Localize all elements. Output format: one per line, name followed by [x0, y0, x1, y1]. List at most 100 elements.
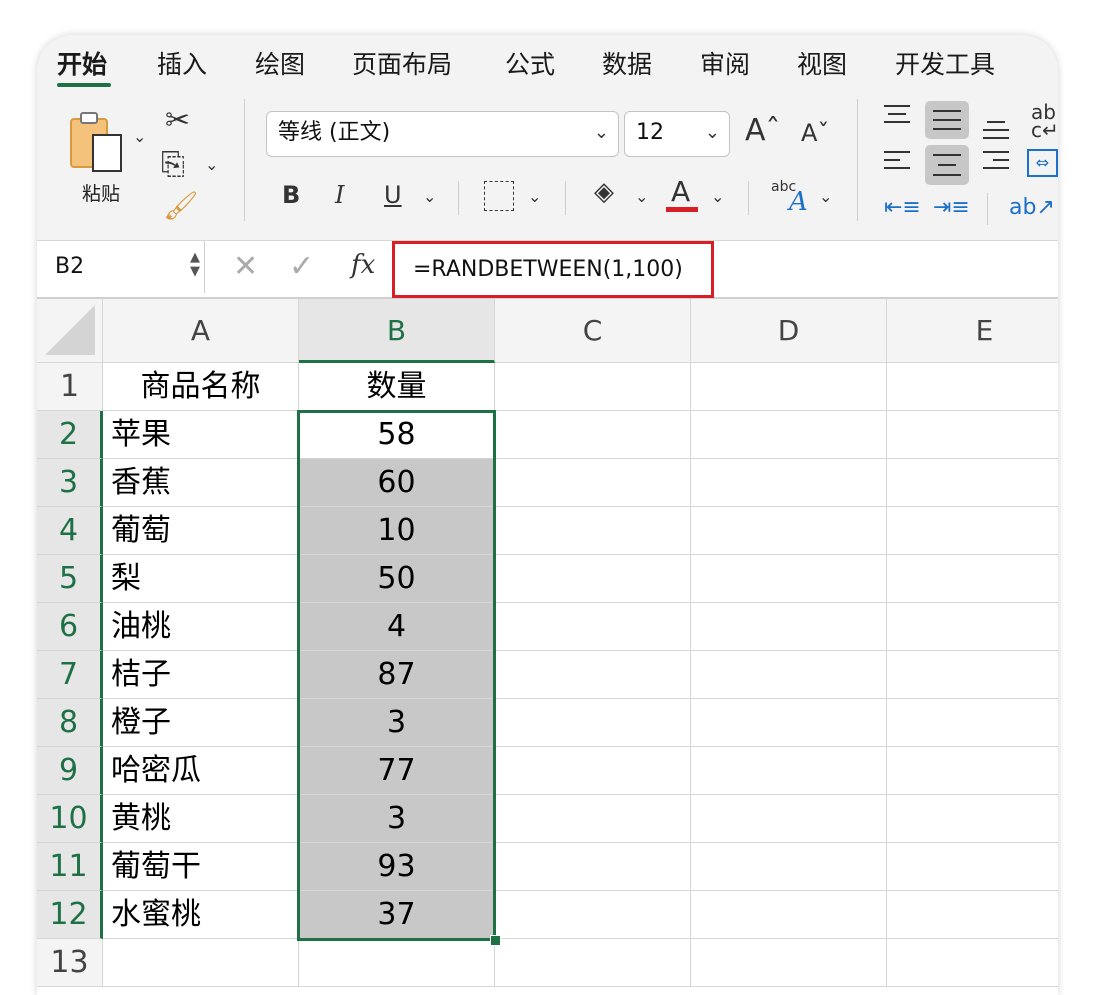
font-size-select[interactable]: 12 ⌄: [624, 111, 730, 157]
cell-b[interactable]: 87: [299, 651, 495, 699]
empty-cell[interactable]: [887, 363, 1058, 411]
cell-b[interactable]: 4: [299, 603, 495, 651]
align-top-icon[interactable]: [882, 101, 912, 131]
worksheet-grid[interactable]: A B C D E 1 商品名称 数量 2 苹果 58 3 香蕉 60 4 葡萄 10 5 梨 50 6 油桃 4…: [37, 299, 1058, 995]
decrease-indent-icon[interactable]: ⇤≡: [884, 195, 921, 220]
empty-cell[interactable]: [691, 795, 887, 843]
name-box-spinner-icon[interactable]: ▲ ▼: [190, 251, 200, 279]
cell-b[interactable]: [299, 939, 495, 987]
column-header-d[interactable]: D: [691, 299, 887, 363]
cell-a[interactable]: 桔子: [103, 651, 299, 699]
empty-cell[interactable]: [495, 843, 691, 891]
empty-cell[interactable]: [495, 603, 691, 651]
empty-cell[interactable]: [887, 939, 1058, 987]
borders-dropdown-icon[interactable]: ⌄: [528, 187, 541, 206]
formula-input[interactable]: =RANDBETWEEN(1,100): [392, 241, 714, 298]
empty-cell[interactable]: [887, 891, 1058, 939]
merge-center-icon[interactable]: ⇔: [1027, 149, 1058, 177]
tab-home[interactable]: 开始: [57, 45, 107, 81]
align-bottom-icon[interactable]: [981, 113, 1011, 143]
empty-cell[interactable]: [887, 699, 1058, 747]
column-header-c[interactable]: C: [495, 299, 691, 363]
empty-cell[interactable]: [691, 891, 887, 939]
text-effects-icon[interactable]: A: [789, 187, 808, 217]
underline-button[interactable]: U: [384, 181, 402, 209]
cell-a[interactable]: 哈密瓜: [103, 747, 299, 795]
font-color-dropdown-icon[interactable]: ⌄: [711, 187, 724, 206]
empty-cell[interactable]: [887, 411, 1058, 459]
empty-cell[interactable]: [495, 747, 691, 795]
italic-button[interactable]: I: [335, 181, 344, 209]
empty-cell[interactable]: [495, 363, 691, 411]
empty-cell[interactable]: [495, 555, 691, 603]
orientation-icon[interactable]: ab↗: [1009, 195, 1055, 220]
empty-cell[interactable]: [495, 459, 691, 507]
empty-cell[interactable]: [887, 747, 1058, 795]
cell-b[interactable]: 37: [299, 891, 495, 939]
enter-checkmark-icon[interactable]: ✓: [289, 249, 314, 284]
cell-b[interactable]: 10: [299, 507, 495, 555]
fill-color-dropdown-icon[interactable]: ⌄: [635, 187, 648, 206]
underline-dropdown-icon[interactable]: ⌄: [423, 187, 436, 206]
increase-indent-icon[interactable]: ⇥≡: [933, 195, 970, 220]
row-header[interactable]: 7: [37, 651, 103, 699]
tab-insert[interactable]: 插入: [157, 45, 207, 81]
row-header[interactable]: 9: [37, 747, 103, 795]
row-header[interactable]: 13: [37, 939, 103, 987]
cell-a[interactable]: [103, 939, 299, 987]
empty-cell[interactable]: [887, 459, 1058, 507]
cell-a[interactable]: 油桃: [103, 603, 299, 651]
borders-icon[interactable]: [484, 181, 514, 211]
empty-cell[interactable]: [691, 363, 887, 411]
paste-label[interactable]: 粘贴: [82, 179, 120, 206]
cell-b[interactable]: 93: [299, 843, 495, 891]
empty-cell[interactable]: [691, 939, 887, 987]
cell-a[interactable]: 梨: [103, 555, 299, 603]
tab-formulas[interactable]: 公式: [505, 45, 555, 81]
empty-cell[interactable]: [495, 411, 691, 459]
column-header-a[interactable]: A: [103, 299, 299, 363]
header-cell-b[interactable]: 数量: [299, 363, 495, 411]
align-center-icon[interactable]: [925, 145, 969, 185]
wrap-text-icon[interactable]: ab c↵: [1031, 102, 1058, 140]
insert-function-icon[interactable]: fx: [351, 250, 375, 280]
empty-cell[interactable]: [495, 699, 691, 747]
empty-cell[interactable]: [691, 843, 887, 891]
paste-icon[interactable]: [67, 109, 127, 179]
cell-a[interactable]: 水蜜桃: [103, 891, 299, 939]
tab-review[interactable]: 审阅: [700, 45, 750, 81]
tab-view[interactable]: 视图: [797, 45, 847, 81]
text-effects-dropdown-icon[interactable]: ⌄: [819, 187, 832, 206]
empty-cell[interactable]: [691, 603, 887, 651]
row-header[interactable]: 1: [37, 363, 103, 411]
row-header[interactable]: 12: [37, 891, 103, 939]
empty-cell[interactable]: [691, 699, 887, 747]
row-header[interactable]: 8: [37, 699, 103, 747]
tab-developer[interactable]: 开发工具: [895, 45, 995, 81]
column-header-b[interactable]: B: [299, 299, 495, 363]
row-header[interactable]: 2: [37, 411, 103, 459]
empty-cell[interactable]: [887, 603, 1058, 651]
empty-cell[interactable]: [691, 507, 887, 555]
name-box[interactable]: B2 ▲ ▼: [37, 241, 205, 293]
empty-cell[interactable]: [495, 795, 691, 843]
cell-a[interactable]: 葡萄: [103, 507, 299, 555]
empty-cell[interactable]: [495, 651, 691, 699]
cell-a[interactable]: 葡萄干: [103, 843, 299, 891]
header-cell-a[interactable]: 商品名称: [103, 363, 299, 411]
empty-cell[interactable]: [887, 507, 1058, 555]
cell-a[interactable]: 香蕉: [103, 459, 299, 507]
copy-dropdown-icon[interactable]: ⌄: [205, 155, 218, 174]
paste-dropdown-icon[interactable]: ⌄: [133, 127, 146, 146]
empty-cell[interactable]: [495, 939, 691, 987]
cell-b[interactable]: 3: [299, 699, 495, 747]
cell-b[interactable]: 58: [299, 411, 495, 459]
increase-font-size-icon[interactable]: Aˆ: [745, 113, 781, 148]
cell-a[interactable]: 苹果: [103, 411, 299, 459]
empty-cell[interactable]: [887, 555, 1058, 603]
font-name-select[interactable]: 等线 (正文) ⌄: [266, 111, 619, 157]
cut-icon[interactable]: ✂: [165, 103, 190, 138]
empty-cell[interactable]: [495, 507, 691, 555]
fill-color-icon[interactable]: ◈: [594, 177, 614, 207]
align-left-icon[interactable]: [882, 147, 912, 177]
